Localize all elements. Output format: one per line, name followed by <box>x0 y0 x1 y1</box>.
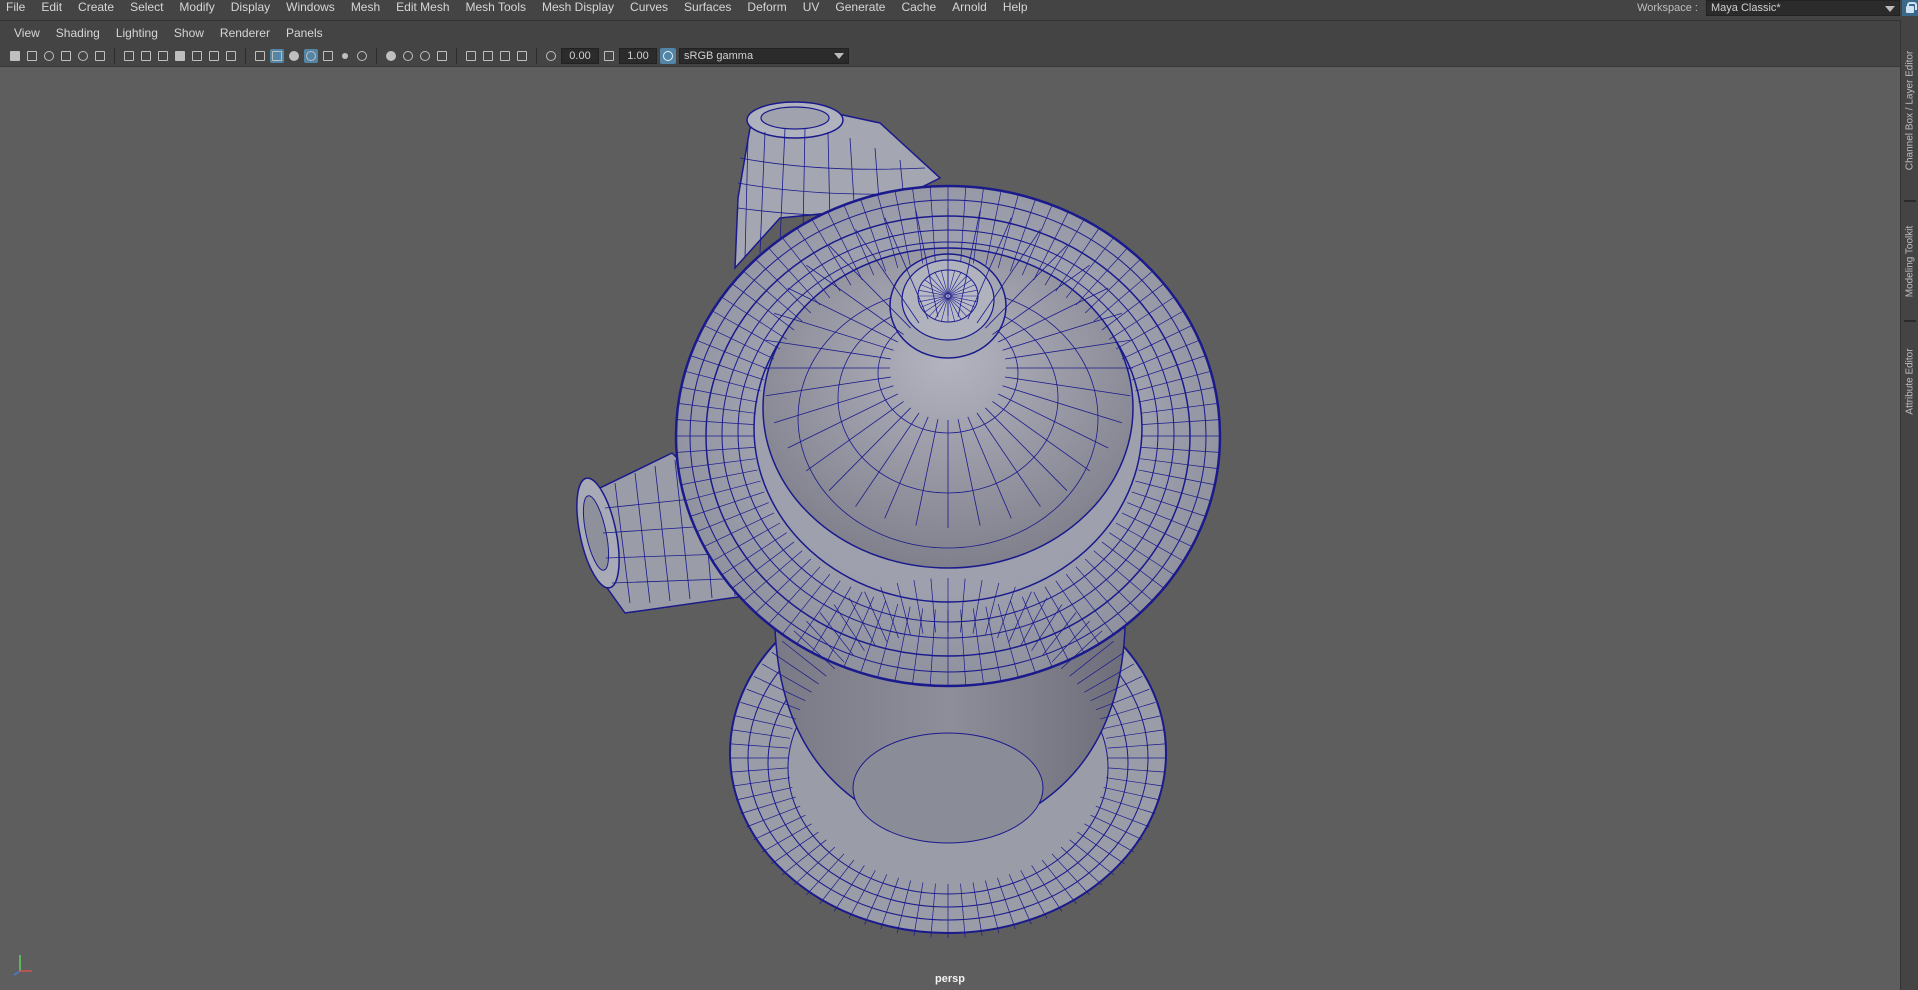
menu-mesh[interactable]: Mesh <box>343 1 388 13</box>
tab-channel-box[interactable]: Channel Box / Layer Editor <box>1902 30 1918 190</box>
safe-title-icon[interactable] <box>224 49 238 63</box>
screen-space-ao-icon[interactable] <box>384 49 398 63</box>
toolbar-divider <box>456 47 457 64</box>
workspace-selector: Workspace : Maya Classic* <box>1637 0 1900 16</box>
menu-modify[interactable]: Modify <box>171 1 222 13</box>
shadows-icon[interactable] <box>355 49 369 63</box>
menu-uv[interactable]: UV <box>795 1 828 13</box>
tab-attribute-editor-label: Attribute Editor <box>1904 347 1916 415</box>
fire-hydrant-model[interactable] <box>0 68 1900 990</box>
camera-name-label: persp <box>935 973 965 985</box>
safe-action-icon[interactable] <box>207 49 221 63</box>
lock-camera-icon[interactable] <box>25 49 39 63</box>
gamma-field[interactable] <box>619 47 657 64</box>
toolbar-divider <box>114 47 115 64</box>
menu-file[interactable]: File <box>0 1 33 13</box>
xray-icon[interactable] <box>481 49 495 63</box>
3d-viewport[interactable]: persp <box>0 68 1900 990</box>
menu-display[interactable]: Display <box>223 1 278 13</box>
workspace-value: Maya Classic* <box>1711 2 1781 14</box>
textured-icon[interactable] <box>321 49 335 63</box>
side-tab-divider <box>1904 320 1916 322</box>
tab-modeling-toolkit[interactable]: Modeling Toolkit <box>1902 206 1918 316</box>
panel-menu-lighting[interactable]: Lighting <box>108 26 166 40</box>
panel-menu-show[interactable]: Show <box>166 26 212 40</box>
tab-modeling-toolkit-label: Modeling Toolkit <box>1904 225 1916 297</box>
panel-menu-renderer[interactable]: Renderer <box>212 26 278 40</box>
xray-joints-icon[interactable] <box>498 49 512 63</box>
color-space-dropdown[interactable]: sRGB gamma <box>679 47 849 64</box>
toolbar-divider <box>376 47 377 64</box>
toolbar-divider <box>245 47 246 64</box>
menu-create[interactable]: Create <box>70 1 122 13</box>
menu-mesh-tools[interactable]: Mesh Tools <box>458 1 534 13</box>
menu-select[interactable]: Select <box>122 1 171 13</box>
chevron-down-icon <box>1885 6 1895 12</box>
depth-of-field-icon[interactable] <box>435 49 449 63</box>
menu-curves[interactable]: Curves <box>622 1 676 13</box>
menu-windows[interactable]: Windows <box>278 1 343 13</box>
wireframe-icon[interactable] <box>253 49 267 63</box>
grid-icon[interactable] <box>122 49 136 63</box>
use-all-lights-icon[interactable] <box>338 49 352 63</box>
viewport-panel: View Shading Lighting Show Renderer Pane… <box>0 20 1900 990</box>
grease-pencil-icon[interactable] <box>93 49 107 63</box>
menu-generate[interactable]: Generate <box>827 1 893 13</box>
color-space-value: sRGB gamma <box>684 49 754 62</box>
menu-mesh-display[interactable]: Mesh Display <box>534 1 622 13</box>
isolate-select-icon[interactable] <box>464 49 478 63</box>
menu-edit-mesh[interactable]: Edit Mesh <box>388 1 457 13</box>
gate-mask-icon[interactable] <box>173 49 187 63</box>
menu-edit[interactable]: Edit <box>33 1 70 13</box>
xray-components-icon[interactable] <box>515 49 529 63</box>
right-side-dock: Channel Box / Layer Editor Modeling Tool… <box>1900 20 1918 990</box>
main-menu-bar: File Edit Create Select Modify Display W… <box>0 0 1918 14</box>
default-material-icon[interactable] <box>287 49 301 63</box>
film-gate-icon[interactable] <box>139 49 153 63</box>
toolbar-divider <box>536 47 537 64</box>
bookmark-icon[interactable] <box>42 49 56 63</box>
menu-help[interactable]: Help <box>995 1 1036 13</box>
panel-menu-bar: View Shading Lighting Show Renderer Pane… <box>0 21 1900 45</box>
menu-surfaces[interactable]: Surfaces <box>676 1 739 13</box>
image-plane-icon[interactable] <box>59 49 73 63</box>
wireframe-on-shaded-icon[interactable] <box>304 48 318 63</box>
tab-channel-box-label: Channel Box / Layer Editor <box>1904 50 1916 170</box>
workspace-dropdown[interactable]: Maya Classic* <box>1706 0 1900 16</box>
panel-toolbar: sRGB gamma <box>0 45 1900 67</box>
tab-attribute-editor[interactable]: Attribute Editor <box>1902 326 1918 436</box>
side-tab-divider <box>1904 200 1916 202</box>
panel-menu-view[interactable]: View <box>6 26 48 40</box>
camera-icon[interactable] <box>8 49 22 63</box>
field-chart-icon[interactable] <box>190 49 204 63</box>
resolution-gate-icon[interactable] <box>156 49 170 63</box>
anti-aliasing-icon[interactable] <box>418 49 432 63</box>
color-management-icon[interactable] <box>660 47 676 64</box>
chevron-down-icon <box>834 52 844 59</box>
smooth-shade-all-icon[interactable] <box>270 48 284 63</box>
panel-menu-shading[interactable]: Shading <box>48 26 108 40</box>
2d-pan-zoom-icon[interactable] <box>76 49 90 63</box>
gamma-icon[interactable] <box>602 49 616 63</box>
menu-deform[interactable]: Deform <box>739 1 794 13</box>
panel-menu-panels[interactable]: Panels <box>278 26 331 40</box>
menu-cache[interactable]: Cache <box>893 1 944 13</box>
workspace-label: Workspace : <box>1637 2 1698 14</box>
motion-blur-icon[interactable] <box>401 49 415 63</box>
exposure-icon[interactable] <box>544 49 558 63</box>
menu-arnold[interactable]: Arnold <box>944 1 995 13</box>
exposure-field[interactable] <box>561 47 599 64</box>
lock-icon[interactable] <box>1902 0 1918 16</box>
